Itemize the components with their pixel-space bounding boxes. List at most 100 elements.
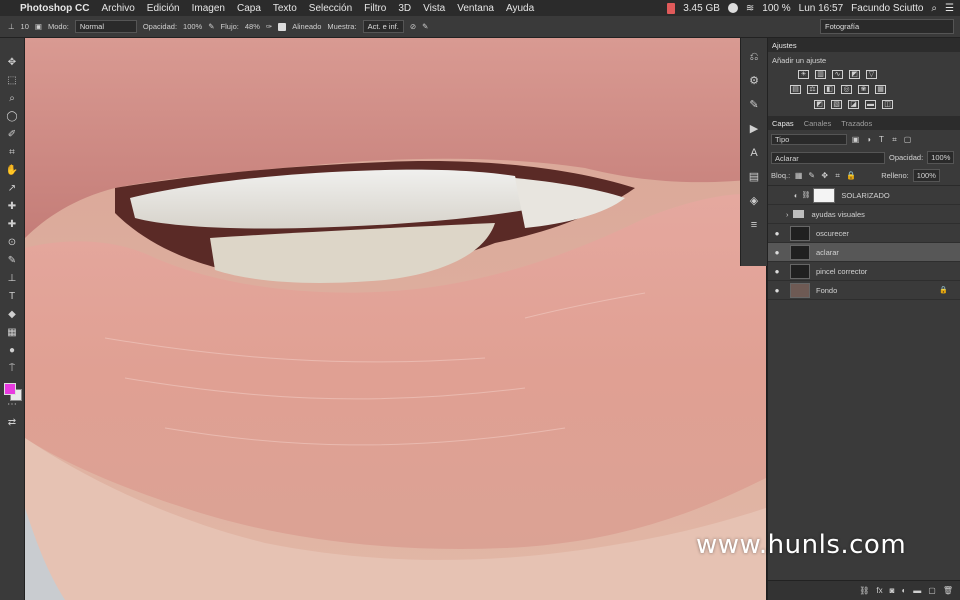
fx-icon[interactable]: fx	[876, 586, 882, 595]
memory-readout[interactable]: 3.45 GB	[683, 3, 720, 14]
move-tool-icon[interactable]: ✥	[5, 56, 19, 70]
menu-3d[interactable]: 3D	[398, 3, 411, 14]
layer-mask-thumbnail[interactable]	[813, 187, 836, 203]
wifi-icon[interactable]: ≋	[746, 3, 754, 14]
black-white-icon[interactable]: ◧	[824, 85, 835, 94]
brush-size[interactable]: 10	[21, 22, 29, 31]
blur-tool-icon[interactable]: ●	[5, 344, 19, 358]
blend-mode-select[interactable]: Aclarar	[771, 151, 885, 164]
type-filter-icon[interactable]: T	[877, 135, 886, 144]
smart-object-filter-icon[interactable]: ▢	[903, 135, 912, 144]
add-mask-icon[interactable]: ◙	[890, 586, 895, 595]
layer-name[interactable]: oscurecer	[816, 229, 849, 238]
link-layers-icon[interactable]: ⛓	[859, 586, 869, 595]
lock-pixels-icon[interactable]: ✎	[807, 171, 816, 180]
eye-icon[interactable]: ●	[768, 267, 786, 276]
document-canvas[interactable]	[25, 38, 766, 600]
quick-selection-tool-icon[interactable]: ✐	[5, 128, 19, 142]
threshold-icon[interactable]: ◪	[848, 100, 859, 109]
aligned-checkbox[interactable]	[278, 22, 287, 31]
foreground-color-swatch[interactable]	[4, 383, 16, 395]
type-tool-icon[interactable]: T	[5, 290, 19, 304]
layer-name[interactable]: ayudas visuales	[812, 210, 865, 219]
new-adjustment-icon[interactable]: ◐	[901, 586, 906, 595]
tab-capas[interactable]: Capas	[772, 119, 794, 128]
clock[interactable]: Lun 16:57	[799, 3, 844, 14]
ignore-adjustments-icon[interactable]: ⊘	[410, 22, 416, 31]
clone-source-panel-icon[interactable]: ▣	[35, 22, 42, 31]
notification-list-icon[interactable]: ☰	[945, 3, 954, 14]
timeline-icon[interactable]: ≡	[747, 218, 761, 232]
brush-tool-icon[interactable]: ✎	[5, 254, 19, 268]
layer-aclarar[interactable]: ● aclarar	[768, 243, 960, 262]
hand-tool-icon[interactable]: ✋	[5, 164, 19, 178]
lock-artboard-icon[interactable]: ⌗	[833, 171, 842, 180]
layer-pincel-corrector[interactable]: ● pincel corrector	[768, 262, 960, 281]
gradient-tool-icon[interactable]: ▦	[5, 326, 19, 340]
opacity-value[interactable]: 100%	[183, 22, 202, 31]
curves-icon[interactable]: ∿	[832, 70, 843, 79]
zoom-tool-icon[interactable]: ⌕	[5, 92, 19, 106]
creative-cloud-icon[interactable]	[727, 3, 738, 13]
mask-link-icon[interactable]: ⛓	[802, 191, 811, 199]
new-group-icon[interactable]: ▬	[913, 586, 921, 595]
clone-stamp-preset-icon[interactable]: ⊥	[8, 22, 15, 31]
channel-mixer-icon[interactable]: ❀	[858, 85, 869, 94]
character-panel-icon[interactable]: A	[747, 146, 761, 160]
adjustment-filter-icon[interactable]: ◑	[864, 135, 873, 144]
eye-icon[interactable]: ●	[768, 248, 786, 257]
airbrush-icon[interactable]: ✑	[266, 22, 272, 31]
pressure-opacity-icon[interactable]: ✎	[208, 22, 214, 31]
patch-tool-icon[interactable]: ✚	[5, 218, 19, 232]
gradient-map-icon[interactable]: ▬	[865, 100, 876, 109]
battery-readout[interactable]: 100 %	[762, 3, 790, 14]
menu-seleccion[interactable]: Selección	[309, 3, 352, 14]
vibrance-icon[interactable]: ▽	[866, 70, 877, 79]
lock-transparency-icon[interactable]: ▦	[794, 171, 803, 180]
expand-chevron-icon[interactable]: ›	[786, 210, 789, 219]
layer-fondo[interactable]: ● Fondo 🔒	[768, 281, 960, 300]
content-aware-tool-icon[interactable]: ⊙	[5, 236, 19, 250]
layer-oscurecer[interactable]: ● oscurecer	[768, 224, 960, 243]
user-name[interactable]: Facundo Sciutto	[851, 3, 923, 14]
properties-icon[interactable]: ⚙	[747, 74, 761, 88]
menu-vista[interactable]: Vista	[423, 3, 445, 14]
posterize-icon[interactable]: ▧	[831, 100, 842, 109]
brush-settings-icon[interactable]: ✎	[747, 98, 761, 112]
new-layer-icon[interactable]: ▢	[928, 586, 936, 595]
eye-icon[interactable]: ●	[768, 229, 786, 238]
app-status-icon[interactable]	[667, 2, 676, 14]
workspace-select[interactable]: Fotografía	[820, 19, 954, 34]
tab-trazados[interactable]: Trazados	[841, 119, 872, 128]
layer-name[interactable]: pincel corrector	[816, 267, 867, 276]
lock-position-icon[interactable]: ✥	[820, 171, 829, 180]
photo-filter-icon[interactable]: ◎	[841, 85, 852, 94]
clone-stamp-tool-icon[interactable]: ⊥	[5, 272, 19, 286]
lasso-tool-icon[interactable]: ◯	[5, 110, 19, 124]
3d-panel-icon[interactable]: ◈	[747, 194, 761, 208]
color-balance-icon[interactable]: ⚖	[807, 85, 818, 94]
exposure-icon[interactable]: ◩	[849, 70, 860, 79]
hue-saturation-icon[interactable]: ▤	[790, 85, 801, 94]
menu-capa[interactable]: Capa	[237, 3, 261, 14]
crop-tool-icon[interactable]: ⌗	[5, 146, 19, 160]
pressure-size-icon[interactable]: ✎	[422, 22, 428, 31]
pixel-filter-icon[interactable]: ▣	[851, 135, 860, 144]
fill-value[interactable]: 100%	[912, 169, 940, 182]
menu-ayuda[interactable]: Ayuda	[506, 3, 534, 14]
lock-all-icon[interactable]: 🔒	[846, 171, 856, 180]
levels-icon[interactable]: ▥	[815, 70, 826, 79]
reset-colors-icon[interactable]: ⇄	[5, 416, 19, 430]
menu-ventana[interactable]: Ventana	[457, 3, 494, 14]
tab-ajustes[interactable]: Ajustes	[772, 41, 797, 50]
layer-name[interactable]: aclarar	[816, 248, 839, 257]
menu-filtro[interactable]: Filtro	[364, 3, 386, 14]
eyedropper-tool-icon[interactable]: ↗	[5, 182, 19, 196]
mode-select[interactable]: Normal	[74, 20, 137, 33]
menu-imagen[interactable]: Imagen	[192, 3, 225, 14]
layer-comps-icon[interactable]: ▤	[747, 170, 761, 184]
dodge-tool-icon[interactable]: ⍑	[5, 362, 19, 376]
spotlight-search-icon[interactable]: ⌕	[931, 3, 937, 14]
delete-layer-icon[interactable]: 🗑	[943, 586, 953, 595]
sample-select[interactable]: Act. e inf.	[362, 20, 404, 33]
